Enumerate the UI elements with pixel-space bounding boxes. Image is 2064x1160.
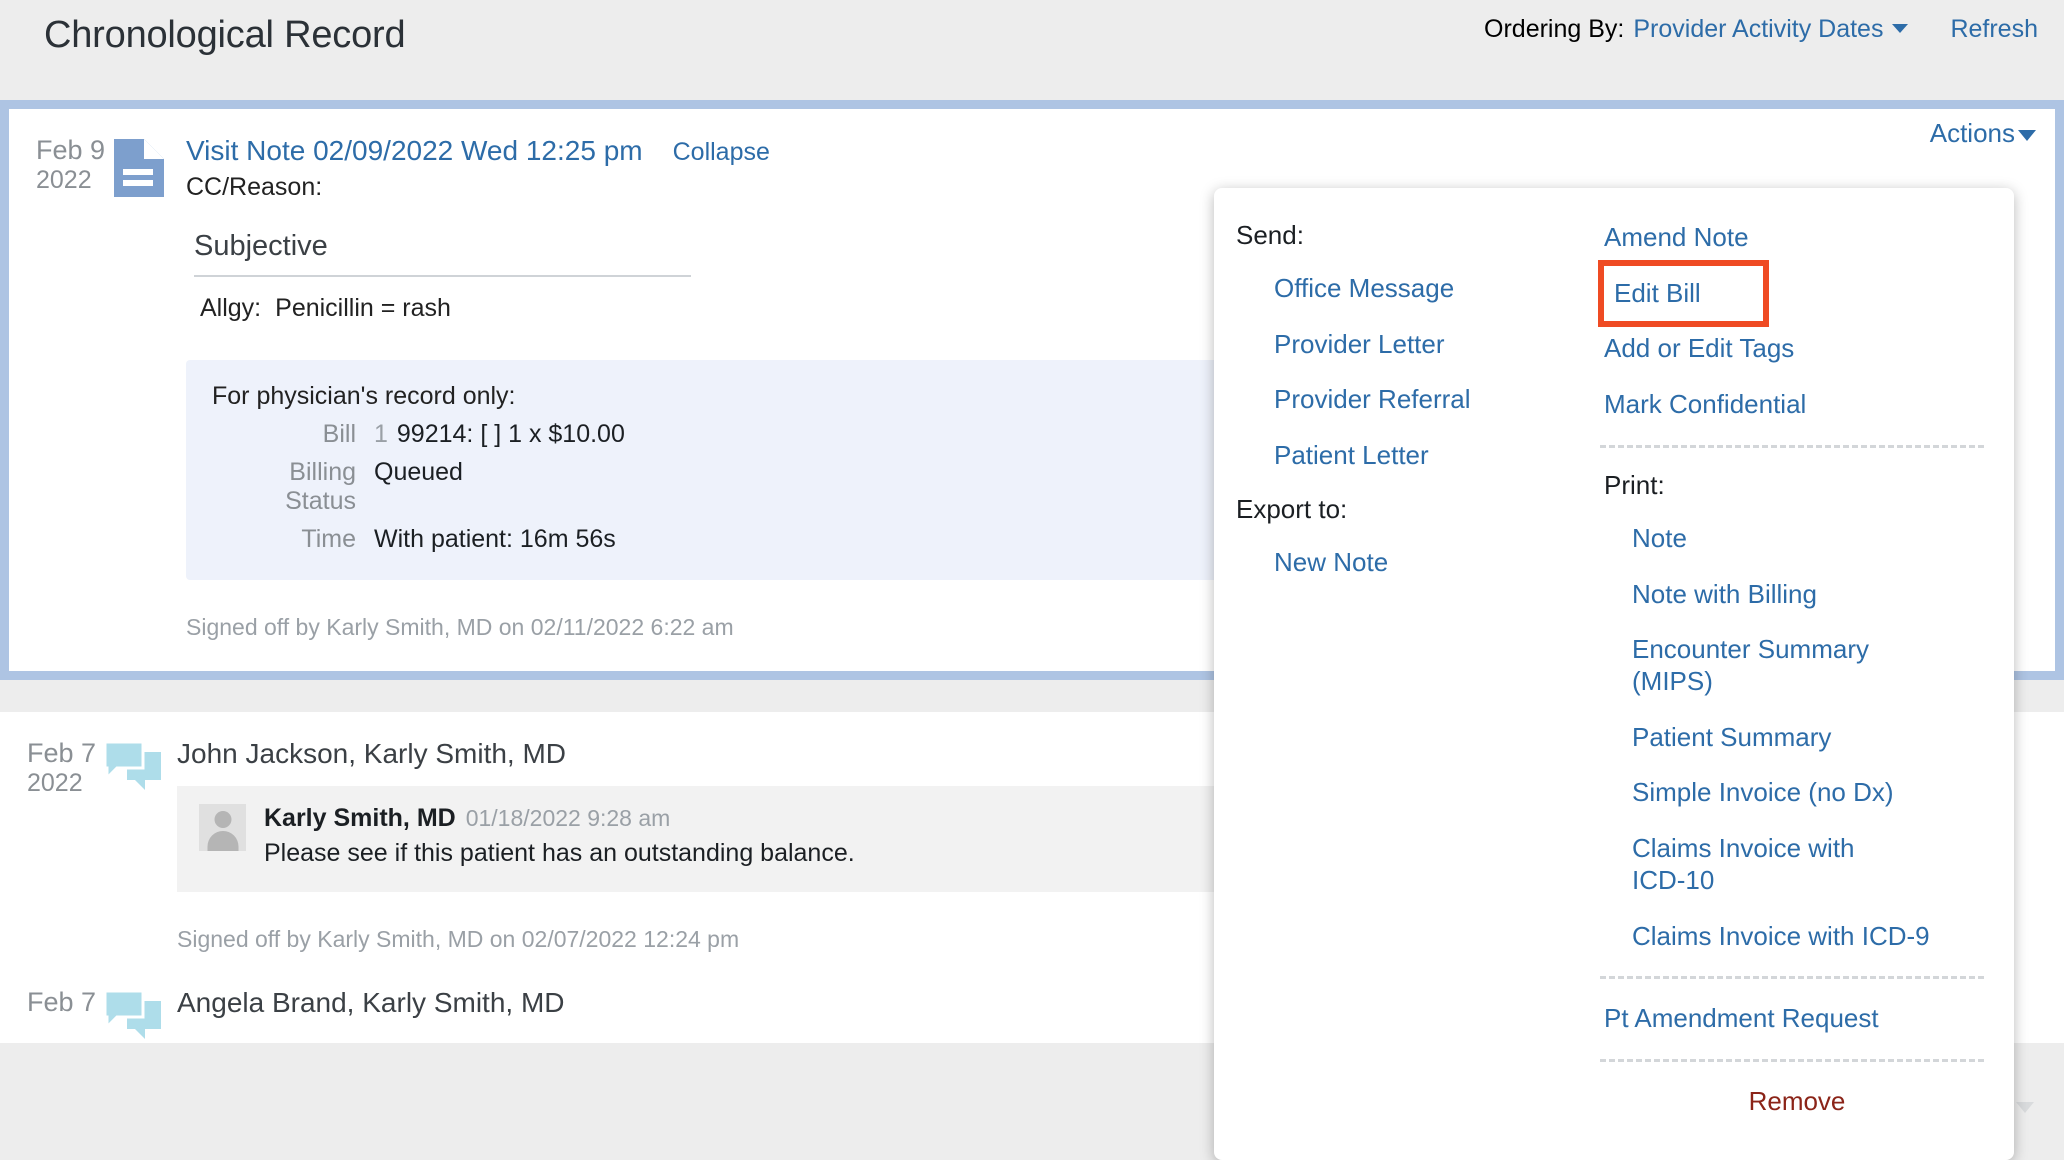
- menu-item-mark-confidential[interactable]: Mark Confidential: [1594, 377, 1990, 433]
- page-title: Chronological Record: [44, 14, 405, 57]
- subjective-section-heading: Subjective: [194, 230, 691, 277]
- actions-dropdown-menu: Send: Office Message Provider Letter Pro…: [1214, 188, 2014, 1160]
- time-value: With patient: 16m 56s: [374, 525, 616, 554]
- chat-bubbles-icon: [105, 742, 161, 794]
- time-label: Time: [212, 525, 374, 554]
- bill-label: Bill: [212, 420, 374, 449]
- menu-item-print-note[interactable]: Note: [1594, 511, 1990, 567]
- menu-item-print-encounter-summary-mips[interactable]: Encounter Summary (MIPS): [1594, 622, 1894, 709]
- page-header: Chronological Record Ordering By: Provid…: [0, 0, 2064, 100]
- print-group-label: Print:: [1594, 460, 1990, 511]
- export-group-label: Export to:: [1236, 484, 1594, 535]
- menu-item-provider-referral[interactable]: Provider Referral: [1236, 372, 1594, 428]
- record-date: Feb 7: [0, 987, 105, 1043]
- menu-item-office-message[interactable]: Office Message: [1236, 261, 1594, 317]
- record-type-icon-cell: [105, 738, 177, 983]
- menu-item-pt-amendment-request[interactable]: Pt Amendment Request: [1594, 991, 1990, 1047]
- caret-down-icon: [2016, 1102, 2034, 1113]
- menu-item-provider-letter[interactable]: Provider Letter: [1236, 317, 1594, 373]
- record-date-monthday: Feb 9: [36, 135, 114, 166]
- actions-menu-right-column: Amend Note Edit Bill Add or Edit Tags Ma…: [1594, 210, 2014, 1130]
- billing-status-label: Billing Status: [212, 458, 374, 516]
- record-date: Feb 7 2022: [0, 738, 105, 983]
- menu-item-print-note-with-billing[interactable]: Note with Billing: [1594, 567, 1990, 623]
- menu-divider-2: [1600, 976, 1984, 979]
- menu-divider: [1600, 445, 1984, 448]
- menu-item-print-patient-summary[interactable]: Patient Summary: [1594, 710, 1990, 766]
- chevron-down-icon: [1892, 24, 1908, 33]
- actions-menu-left-column: Send: Office Message Provider Letter Pro…: [1214, 210, 1594, 1130]
- record-type-icon-cell: [105, 987, 177, 1043]
- menu-item-remove[interactable]: Remove: [1594, 1074, 1990, 1130]
- record-date-year: 2022: [27, 769, 105, 798]
- bill-detail: 99214: [ ] 1 x $10.00: [397, 420, 625, 448]
- chat-bubbles-icon: [105, 991, 161, 1043]
- menu-item-edit-bill[interactable]: Edit Bill: [1604, 266, 1763, 322]
- record-date: Feb 9 2022: [9, 135, 114, 671]
- menu-item-new-note[interactable]: New Note: [1236, 535, 1594, 591]
- message-timestamp: 01/18/2022 9:28 am: [466, 805, 671, 831]
- bill-index: 1: [374, 420, 388, 448]
- menu-item-add-or-edit-tags[interactable]: Add or Edit Tags: [1594, 321, 1990, 377]
- visit-note-title-link[interactable]: Visit Note 02/09/2022 Wed 12:25 pm: [186, 135, 643, 167]
- record-date-year: 2022: [36, 166, 114, 195]
- collapse-link[interactable]: Collapse: [673, 138, 770, 167]
- allergy-label: Allgy:: [200, 294, 261, 322]
- menu-item-print-claims-invoice-icd10[interactable]: Claims Invoice with ICD-10: [1594, 821, 1890, 908]
- refresh-link[interactable]: Refresh: [1950, 15, 2038, 44]
- send-group-label: Send:: [1236, 210, 1594, 261]
- ordering-by-dropdown[interactable]: Provider Activity Dates: [1633, 15, 1908, 44]
- menu-item-patient-letter[interactable]: Patient Letter: [1236, 428, 1594, 484]
- menu-divider-3: [1600, 1059, 1984, 1062]
- message-author: Karly Smith, MD: [264, 804, 456, 832]
- allergy-value: Penicillin = rash: [275, 294, 451, 322]
- record-date-monthday: Feb 7: [27, 738, 105, 769]
- menu-item-amend-note[interactable]: Amend Note: [1594, 210, 1990, 266]
- document-icon: [114, 139, 164, 197]
- billing-status-value: Queued: [374, 458, 463, 516]
- bill-value: 1 99214: [ ] 1 x $10.00: [374, 420, 625, 449]
- ordering-by-value: Provider Activity Dates: [1633, 15, 1883, 43]
- menu-item-print-simple-invoice[interactable]: Simple Invoice (no Dx): [1594, 765, 1990, 821]
- person-avatar-icon: [199, 804, 246, 851]
- header-controls: Ordering By: Provider Activity Dates Ref…: [1484, 15, 2038, 44]
- record-type-icon-cell: [114, 135, 186, 671]
- ordering-by-label: Ordering By:: [1484, 15, 1624, 44]
- menu-item-print-claims-invoice-icd9[interactable]: Claims Invoice with ICD-9: [1594, 909, 1990, 965]
- record-date-monthday: Feb 7: [27, 987, 105, 1018]
